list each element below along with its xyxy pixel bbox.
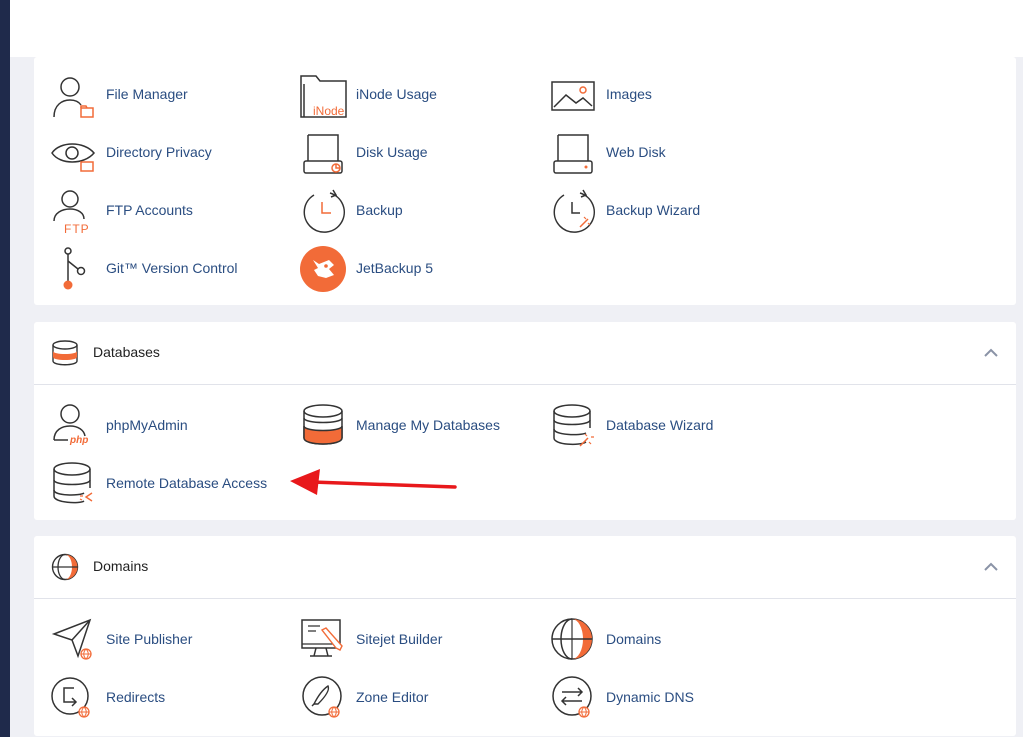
annotation-arrow [290, 469, 457, 495]
